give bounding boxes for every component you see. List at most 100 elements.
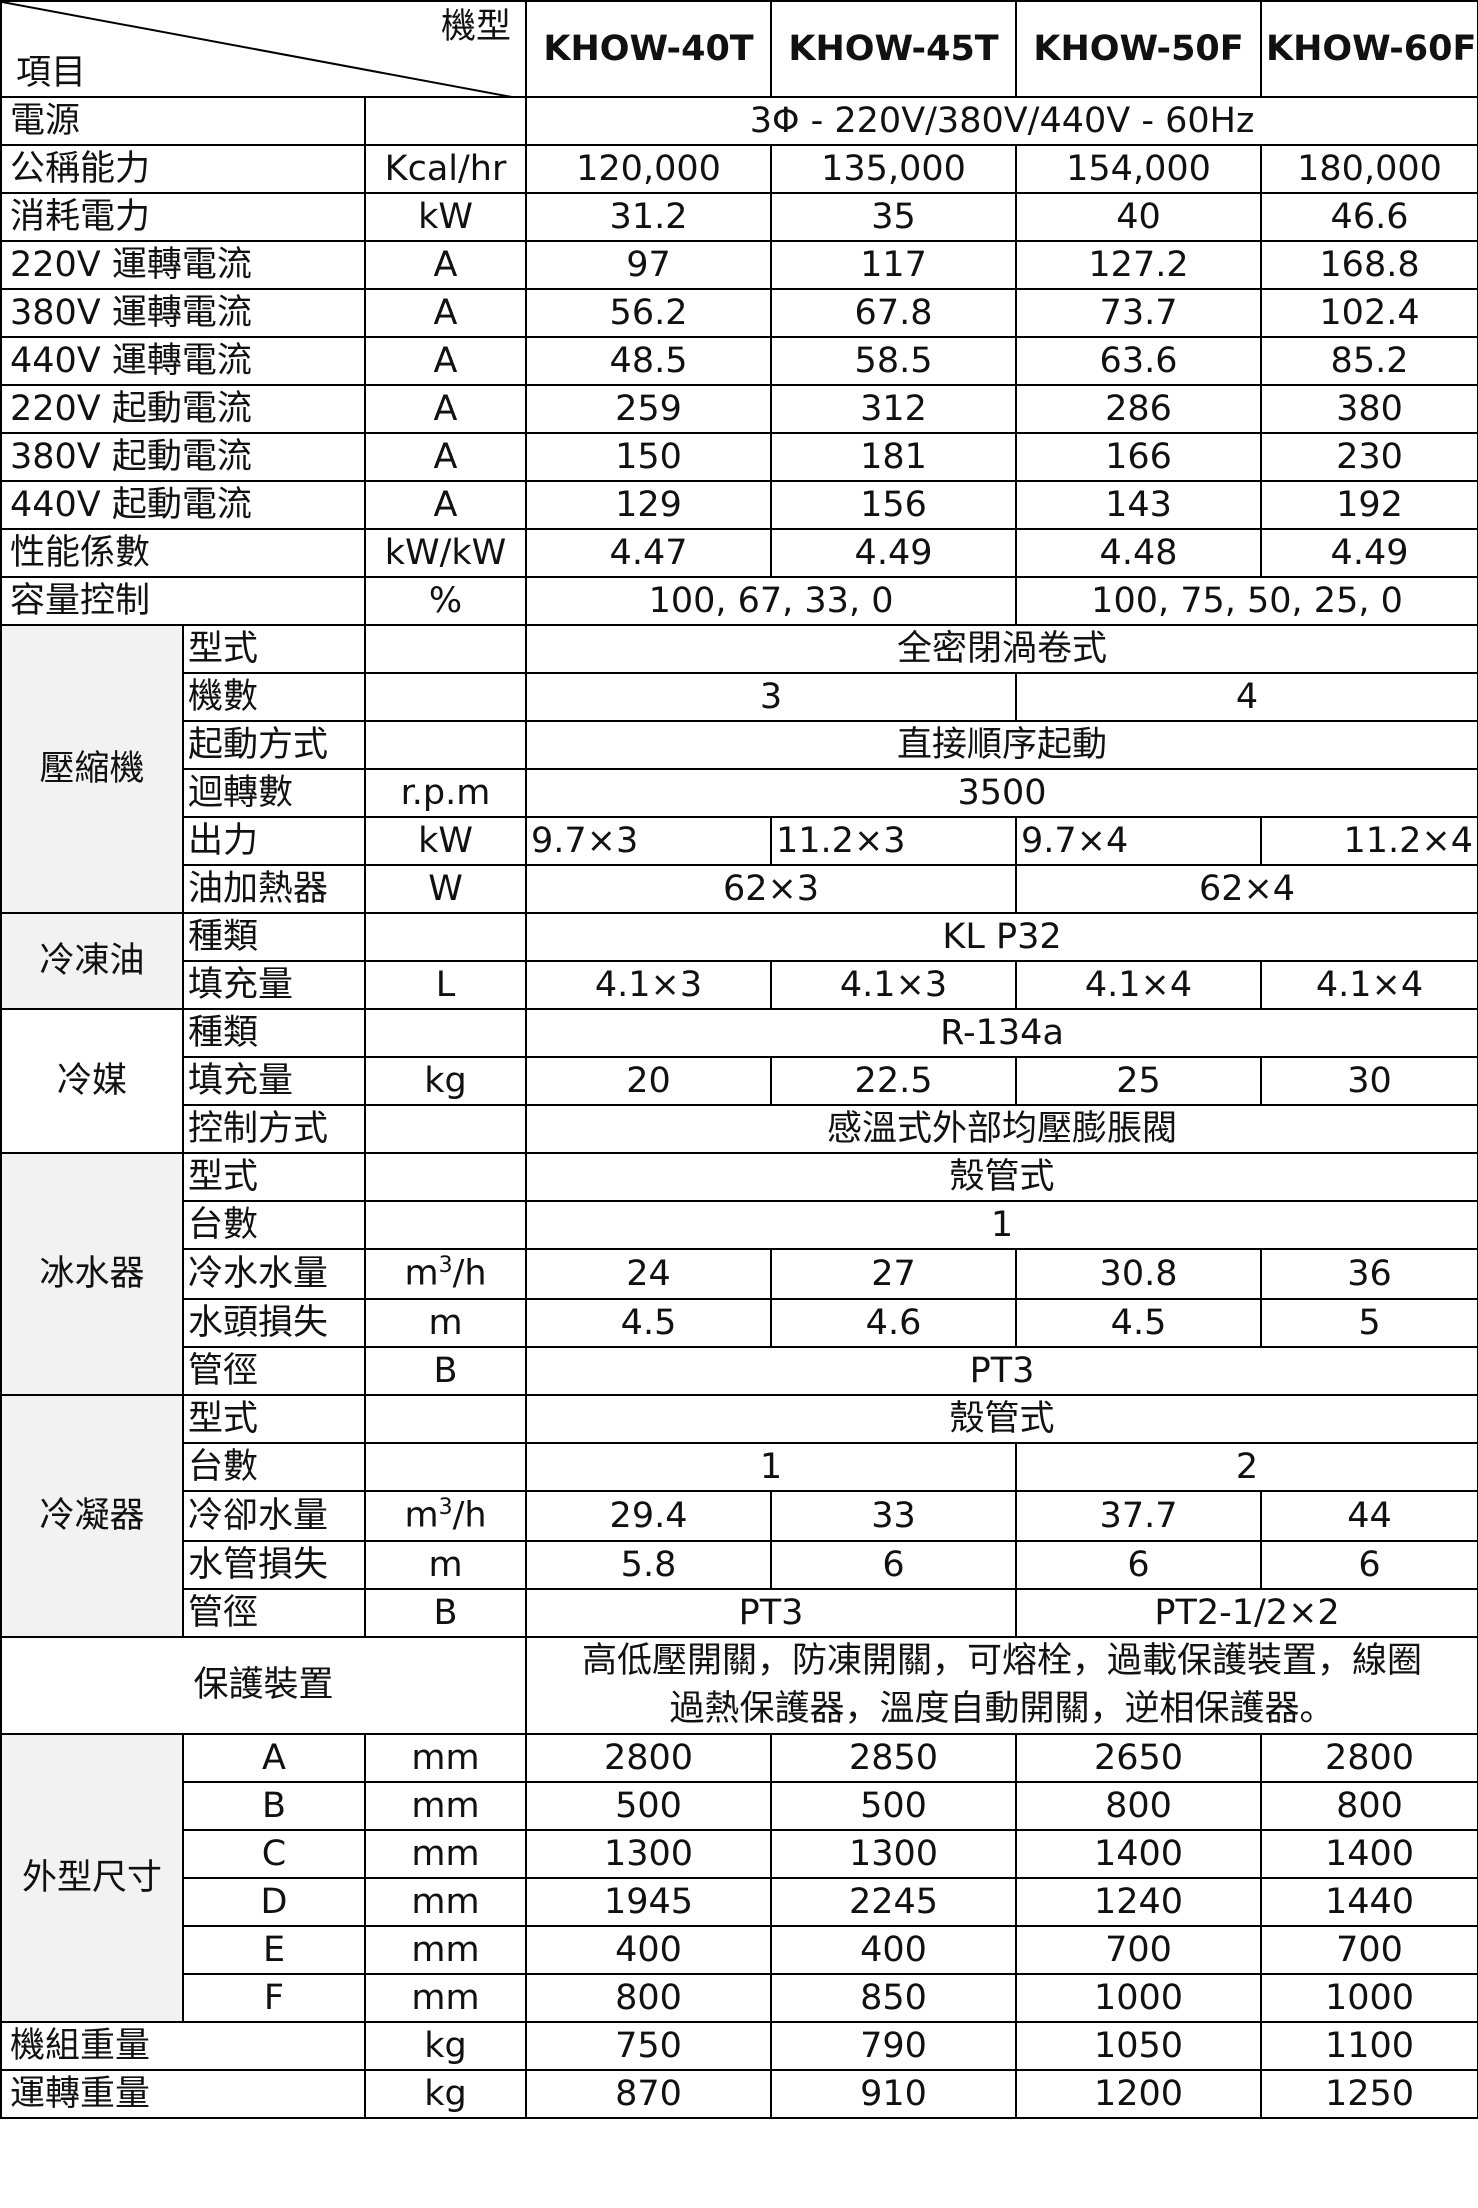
category-chiller: 冰水器 [0, 1152, 184, 1396]
row-capacity-control: 容量控制 % 100, 67, 33, 0 100, 75, 50, 25, 0 [0, 576, 1478, 626]
row-label: 220V 運轉電流 [0, 240, 366, 290]
sub-label: 管徑 [182, 1588, 366, 1638]
row-operating-weight: 運轉重量 kg 870 910 1200 1250 [0, 2069, 1478, 2119]
cell-value: 48.5 [525, 336, 773, 386]
row-440v-start-current: 440V 起動電流 A 129 156 143 192 [0, 480, 1478, 530]
unit-sup: 3 [438, 1253, 453, 1279]
row-unit: m [363, 1540, 528, 1590]
unit-tail: /h [452, 1496, 487, 1537]
sub-label: 油加熱器 [182, 864, 366, 914]
cell-value: 790 [770, 2021, 1018, 2071]
row-unit [363, 624, 528, 674]
sub-label: 種類 [182, 912, 366, 962]
cell-value: 1400 [1260, 1829, 1478, 1879]
row-unit: m [363, 1298, 528, 1348]
row-unit: L [363, 960, 528, 1010]
category-refrigerant: 冷媒 [0, 1008, 184, 1154]
row-unit: r.p.m [363, 768, 528, 818]
dimension-letter: E [182, 1925, 366, 1975]
header-row: 機型 項目 KHOW-40T KHOW-45T KHOW-50F KHOW-60… [0, 0, 1478, 98]
cell-value: 192 [1260, 480, 1478, 530]
row-dimension-e: E mm 400 400 700 700 [1, 1925, 1478, 1975]
sub-label: 管徑 [182, 1346, 366, 1396]
cell-value: 156 [770, 480, 1018, 530]
cell-value: 135,000 [770, 144, 1018, 194]
cell-value: 259 [525, 384, 773, 434]
row-unit: mm [363, 1733, 528, 1783]
row-power-consumption: 消耗電力 kW 31.2 35 40 46.6 [0, 192, 1478, 242]
model-header-label: 機型 [441, 7, 512, 47]
row-condenser-loss: 水管損失 m 5.8 6 6 6 [1, 1540, 1478, 1590]
row-unit: A [363, 480, 528, 530]
row-label: 220V 起動電流 [0, 384, 366, 434]
row-label: 性能係數 [0, 528, 366, 578]
row-chiller-pipe: 管徑 B PT3 [1, 1346, 1478, 1396]
row-220v-start-current: 220V 起動電流 A 259 312 286 380 [0, 384, 1478, 434]
cell-value: 37.7 [1015, 1490, 1263, 1542]
cell-value: 400 [770, 1925, 1018, 1975]
cell-value: 500 [770, 1781, 1018, 1831]
row-380v-start-current: 380V 起動電流 A 150 181 166 230 [0, 432, 1478, 482]
cell-value: 67.8 [770, 288, 1018, 338]
cell-value: 4.1×4 [1260, 960, 1478, 1010]
row-label: 容量控制 [0, 576, 366, 626]
row-label: 380V 運轉電流 [0, 288, 366, 338]
cell-value: 4.5 [1015, 1298, 1263, 1348]
cell-value: 380 [1260, 384, 1478, 434]
row-unit: B [363, 1588, 528, 1638]
row-label: 機組重量 [0, 2021, 366, 2071]
pair-value: 100, 75, 50, 25, 0 [1015, 576, 1478, 626]
pair-value: 62×3 [525, 864, 1018, 914]
row-unit: mm [363, 1829, 528, 1879]
pair-value: 2 [1015, 1442, 1478, 1492]
sub-label: 台數 [182, 1200, 366, 1250]
row-unit: mm [363, 1781, 528, 1831]
spec-table: 機型 項目 KHOW-40T KHOW-45T KHOW-50F KHOW-60… [0, 0, 1478, 2119]
cell-value: 1440 [1260, 1877, 1478, 1927]
row-220v-run-current: 220V 運轉電流 A 97 117 127.2 168.8 [0, 240, 1478, 290]
cell-value: 168.8 [1260, 240, 1478, 290]
cell-value: 750 [525, 2021, 773, 2071]
sub-label: 迴轉數 [182, 768, 366, 818]
cell-value: 700 [1015, 1925, 1263, 1975]
row-compressor-output: 出力 kW 9.7×3 11.2×3 9.7×4 11.2×4 [1, 816, 1478, 866]
pair-value: 4 [1015, 672, 1478, 722]
cell-value: 1300 [525, 1829, 773, 1879]
row-dimension-c: C mm 1300 1300 1400 1400 [1, 1829, 1478, 1879]
cell-value: 20 [525, 1056, 773, 1106]
row-unit: Kcal/hr [363, 144, 528, 194]
category-compressor: 壓縮機 [0, 624, 184, 914]
cell-value: 25 [1015, 1056, 1263, 1106]
protection-line: 過熱保護器，溫度自動開關，逆相保護器。 [669, 1688, 1335, 1729]
cell-value: 29.4 [525, 1490, 773, 1542]
unit-base: m [404, 1254, 439, 1295]
row-unit: kg [363, 1056, 528, 1106]
row-unit: % [363, 576, 528, 626]
cell-value: 1000 [1015, 1973, 1263, 2023]
row-unit [363, 1152, 528, 1202]
row-380v-run-current: 380V 運轉電流 A 56.2 67.8 73.7 102.4 [0, 288, 1478, 338]
cell-value: 44 [1260, 1490, 1478, 1542]
cell-value: 46.6 [1260, 192, 1478, 242]
row-unit: A [363, 384, 528, 434]
row-protection: 保護裝置 高低壓開關，防凍開關，可熔栓，過載保護裝置，線圈 過熱保護器，溫度自動… [0, 1636, 1478, 1735]
row-label: 380V 起動電流 [0, 432, 366, 482]
row-nominal-capacity: 公稱能力 Kcal/hr 120,000 135,000 154,000 180… [0, 144, 1478, 194]
cell-value: 286 [1015, 384, 1263, 434]
cell-value: 230 [1260, 432, 1478, 482]
row-condenser-flow: 冷卻水量 m3/h 29.4 33 37.7 44 [1, 1490, 1478, 1542]
category-oil: 冷凍油 [0, 912, 184, 1010]
row-unit: kW [363, 816, 528, 866]
merged-value: 3Φ - 220V/380V/440V - 60Hz [525, 96, 1478, 146]
cell-value: 500 [525, 1781, 773, 1831]
cell-value: 2850 [770, 1733, 1018, 1783]
cell-value: 127.2 [1015, 240, 1263, 290]
merged-value: R-134a [525, 1008, 1478, 1058]
cell-value: 4.6 [770, 1298, 1018, 1348]
row-compressor-type: 壓縮機 型式 全密閉渦卷式 [0, 624, 1478, 914]
cell-value: 1250 [1260, 2069, 1478, 2119]
cell-value: 2800 [1260, 1733, 1478, 1783]
cell-value: 4.49 [770, 528, 1018, 578]
row-dimension-f: F mm 800 850 1000 1000 [1, 1973, 1478, 2023]
row-label: 公稱能力 [0, 144, 366, 194]
